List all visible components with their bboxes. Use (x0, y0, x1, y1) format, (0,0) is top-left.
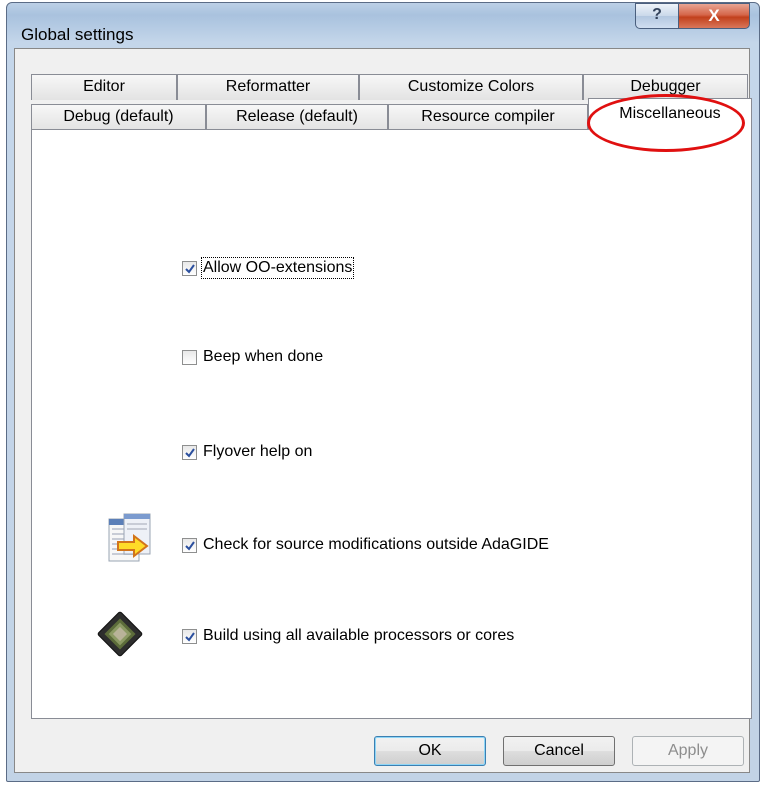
option-check-source-modifications[interactable]: Check for source modifications outside A… (182, 536, 549, 554)
option-label: Allow OO-extensions (200, 257, 355, 279)
checkbox-check-source-modifications[interactable] (182, 537, 197, 553)
checkmark-icon (185, 263, 195, 274)
tab-release-default[interactable]: Release (default) (206, 104, 388, 130)
close-icon: X (708, 6, 720, 25)
option-label: Beep when done (203, 348, 324, 365)
option-beep-when-done[interactable]: Beep when done (182, 348, 323, 366)
title-bar[interactable]: Global settings ? X (7, 3, 759, 49)
checkmark-icon (185, 447, 195, 458)
cancel-button[interactable]: Cancel (503, 736, 615, 766)
option-label: Build using all available processors or … (203, 627, 515, 644)
tab-customize-colors[interactable]: Customize Colors (359, 74, 583, 100)
option-build-all-processors[interactable]: Build using all available processors or … (182, 627, 514, 645)
tab-miscellaneous[interactable]: Miscellaneous (588, 98, 752, 130)
ok-button[interactable]: OK (374, 736, 486, 766)
file-compare-arrow-icon (108, 513, 151, 562)
tab-editor[interactable]: Editor (31, 74, 177, 100)
checkbox-flyover-help[interactable] (182, 444, 197, 460)
checkmark-icon (185, 540, 195, 551)
apply-button[interactable]: Apply (632, 736, 744, 766)
window-title: Global settings (21, 25, 134, 44)
processor-chip-icon (97, 611, 143, 657)
option-label: Flyover help on (203, 443, 313, 460)
tab-reformatter[interactable]: Reformatter (177, 74, 359, 100)
checkmark-icon (185, 631, 195, 642)
option-allow-oo-extensions[interactable]: Allow OO-extensions (182, 257, 355, 279)
option-flyover-help[interactable]: Flyover help on (182, 443, 312, 461)
help-icon: ? (652, 6, 662, 23)
option-label: Check for source modifications outside A… (203, 536, 549, 553)
close-button[interactable]: X (678, 3, 750, 29)
checkbox-build-all-processors[interactable] (182, 628, 197, 644)
checkbox-beep-when-done[interactable] (182, 349, 197, 365)
checkbox-allow-oo-extensions[interactable] (182, 260, 197, 276)
tab-debugger[interactable]: Debugger (583, 74, 748, 100)
help-button[interactable]: ? (635, 3, 679, 29)
tab-debug-default[interactable]: Debug (default) (31, 104, 206, 130)
tab-resource-compiler[interactable]: Resource compiler (388, 104, 588, 130)
